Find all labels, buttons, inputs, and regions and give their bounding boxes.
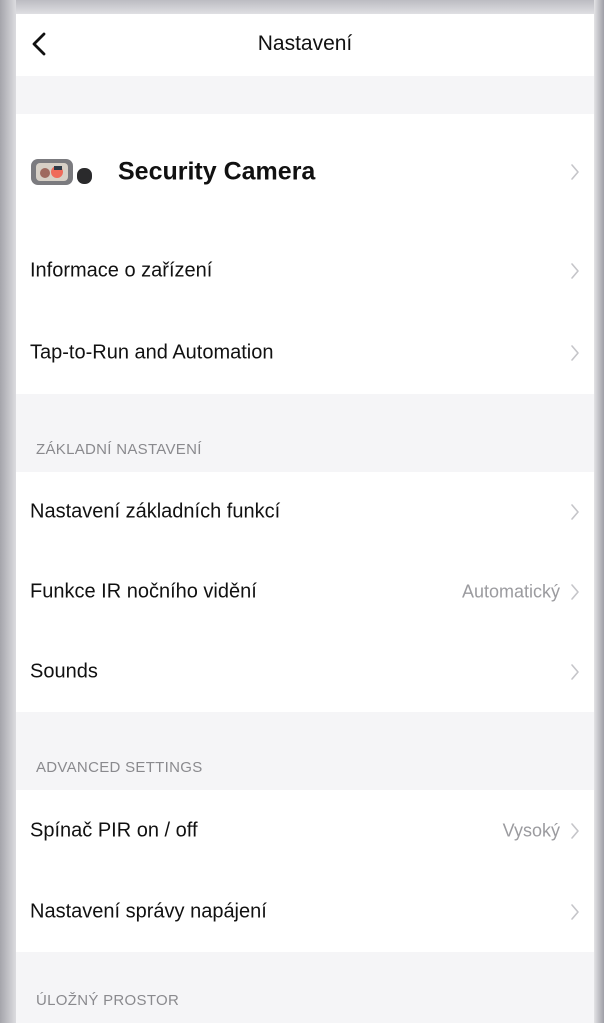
section-title-advanced: ADVANCED SETTINGS (36, 759, 203, 776)
ir-night-vision-label: Funkce IR nočního vidění (30, 580, 257, 603)
device-info-label: Informace o zařízení (30, 259, 213, 282)
top-spacer (16, 76, 594, 114)
section-title-storage: ÚLOŽNÝ PROSTOR (36, 992, 180, 1009)
pir-switch-label: Spínač PIR on / off (30, 819, 198, 842)
pir-switch-value: Vysoký (502, 820, 560, 841)
power-management-label: Nastavení správy napájení (30, 900, 267, 923)
frame-shadow-right (594, 0, 604, 1023)
pir-switch-row[interactable]: Spínač PIR on / off Vysoký (16, 790, 594, 872)
device-info-row[interactable]: Informace o zařízení (16, 230, 594, 312)
tap-to-run-label: Tap-to-Run and Automation (30, 341, 274, 364)
page-title: Nastavení (257, 32, 353, 55)
frame-shadow-left (0, 0, 16, 1023)
sounds-label: Sounds (30, 660, 98, 683)
chevron-right-icon (571, 904, 579, 920)
basic-functions-row[interactable]: Nastavení základních funkcí (16, 472, 594, 552)
power-management-row[interactable]: Nastavení správy napájení (16, 872, 594, 952)
tap-to-run-row[interactable]: Tap-to-Run and Automation (16, 312, 594, 394)
chevron-right-icon (571, 504, 579, 520)
device-row[interactable]: Security Camera (16, 114, 594, 230)
basic-functions-label: Nastavení základních funkcí (30, 500, 281, 523)
chevron-right-icon (571, 584, 579, 600)
camera-device-icon (31, 159, 92, 185)
section-header-advanced: ADVANCED SETTINGS (16, 712, 594, 790)
ir-night-vision-row[interactable]: Funkce IR nočního vidění Automatický (16, 552, 594, 632)
device-name: Security Camera (118, 157, 316, 186)
settings-screen: Nastavení Security Camera Informace o za… (16, 14, 594, 1023)
section-header-storage: ÚLOŽNÝ PROSTOR (16, 952, 594, 1023)
chevron-right-icon (571, 263, 579, 279)
ir-night-vision-value: Automatický (461, 581, 560, 602)
screenshot-frame: Nastavení Security Camera Informace o za… (0, 0, 604, 1023)
chevron-right-icon (571, 664, 579, 680)
navigation-bar: Nastavení (16, 14, 594, 76)
chevron-right-icon (571, 823, 579, 839)
chevron-right-icon (571, 164, 579, 180)
section-header-basic: ZÁKLADNÍ NASTAVENÍ (16, 394, 594, 472)
section-title-basic: ZÁKLADNÍ NASTAVENÍ (36, 441, 202, 458)
chevron-right-icon (571, 345, 579, 361)
sounds-row[interactable]: Sounds (16, 632, 594, 712)
